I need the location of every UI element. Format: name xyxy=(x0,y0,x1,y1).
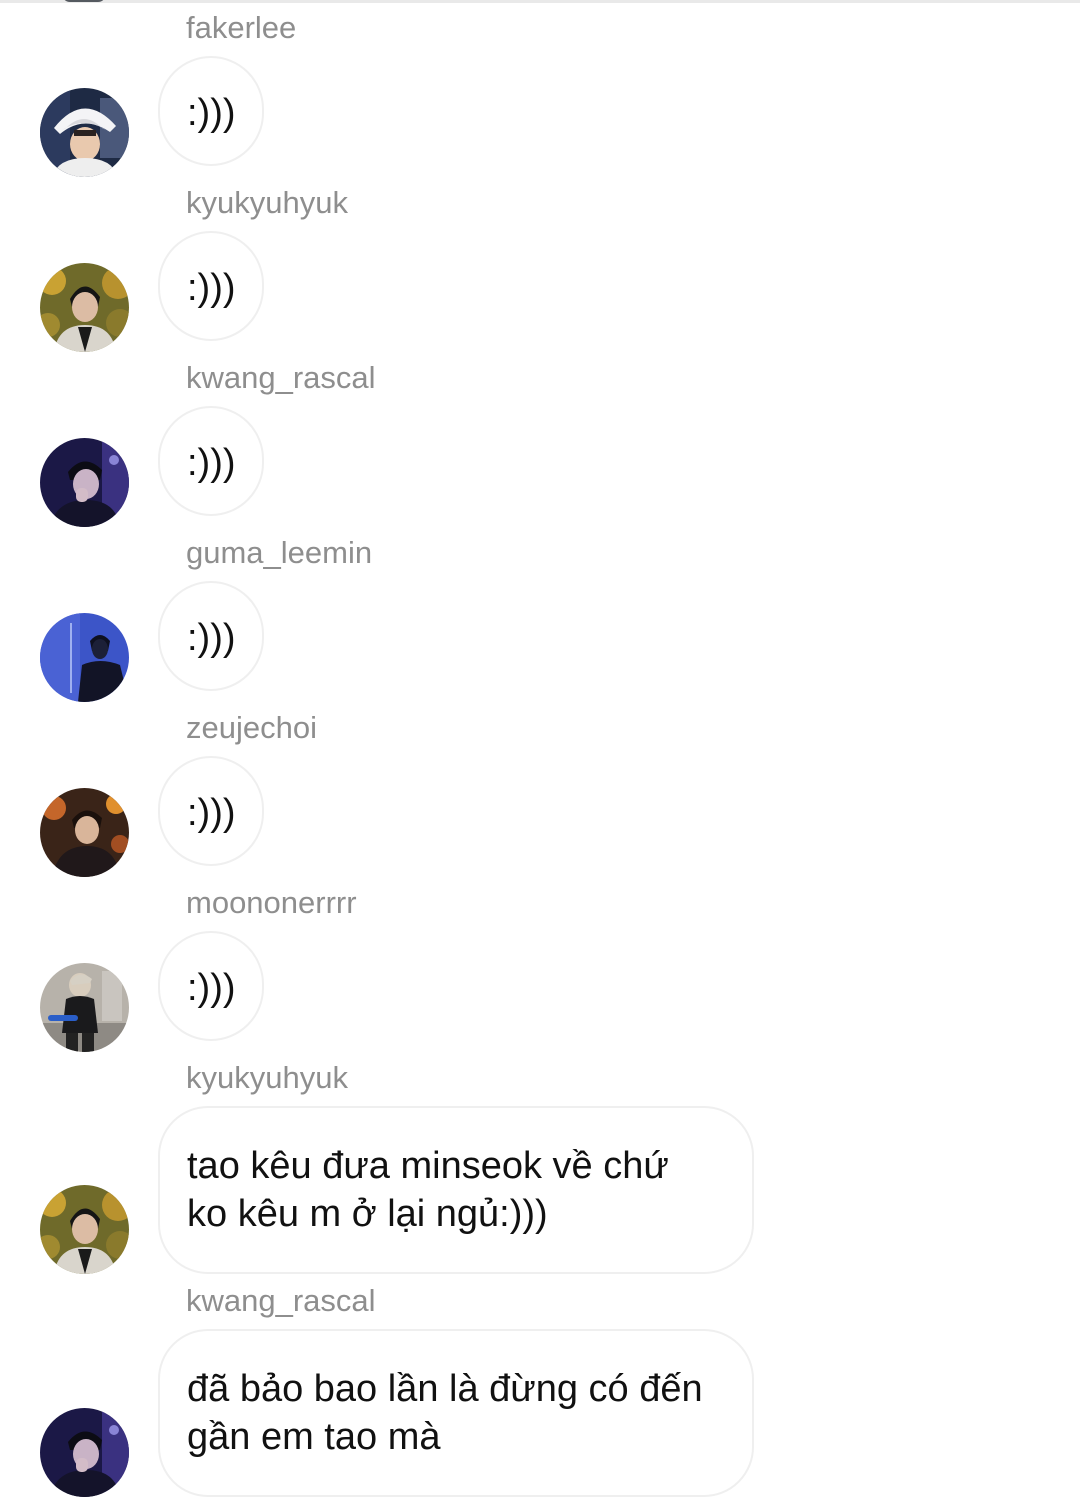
user-avatar[interactable] xyxy=(40,263,129,352)
previous-avatar-edge xyxy=(62,0,106,2)
username-label[interactable]: kyukyuhyuk xyxy=(186,183,348,223)
user-avatar[interactable] xyxy=(40,963,129,1052)
user-avatar[interactable] xyxy=(40,613,129,702)
user-avatar[interactable] xyxy=(40,88,129,177)
message-bubble[interactable]: :))) xyxy=(158,931,264,1041)
user-avatar[interactable] xyxy=(40,1185,129,1274)
message-text: :))) xyxy=(187,792,236,834)
message-text: :))) xyxy=(187,967,236,1009)
user-avatar[interactable] xyxy=(40,1408,129,1497)
message-bubble[interactable]: :))) xyxy=(158,581,264,691)
message-bubble[interactable]: :))) xyxy=(158,56,264,166)
username-label[interactable]: fakerlee xyxy=(186,8,296,48)
message-text: tao kêu đưa minseok về chứ ko kêu m ở lạ… xyxy=(187,1145,669,1235)
message-text: đã bảo bao lần là đừng có đến gần em tao… xyxy=(187,1368,703,1458)
avatar-photo-icon xyxy=(40,1185,129,1274)
avatar-photo-icon xyxy=(40,88,129,177)
message-text: :))) xyxy=(187,267,236,309)
avatar-photo-icon xyxy=(40,438,129,527)
avatar-photo-icon xyxy=(40,1408,129,1497)
avatar-photo-icon xyxy=(40,613,129,702)
username-label[interactable]: kwang_rascal xyxy=(186,1281,376,1321)
username-label[interactable]: guma_leemin xyxy=(186,533,372,573)
user-avatar[interactable] xyxy=(40,438,129,527)
chat-thread[interactable]: fakerlee :))) kyukyuhyuk :))) kwang_rasc… xyxy=(0,0,1080,1501)
avatar-photo-icon xyxy=(40,788,129,877)
message-bubble[interactable]: :))) xyxy=(158,406,264,516)
message-bubble[interactable]: :))) xyxy=(158,756,264,866)
username-label[interactable]: moononerrrr xyxy=(186,883,357,923)
avatar-photo-icon xyxy=(40,263,129,352)
message-bubble[interactable]: đã bảo bao lần là đừng có đến gần em tao… xyxy=(158,1329,754,1497)
user-avatar[interactable] xyxy=(40,788,129,877)
username-label[interactable]: zeujechoi xyxy=(186,708,317,748)
message-text: :))) xyxy=(187,617,236,659)
previous-message-edge xyxy=(0,0,1080,3)
message-bubble[interactable]: tao kêu đưa minseok về chứ ko kêu m ở lạ… xyxy=(158,1106,754,1274)
avatar-photo-icon xyxy=(40,963,129,1052)
message-text: :))) xyxy=(187,442,236,484)
username-label[interactable]: kwang_rascal xyxy=(186,358,376,398)
username-label[interactable]: kyukyuhyuk xyxy=(186,1058,348,1098)
message-bubble[interactable]: :))) xyxy=(158,231,264,341)
message-text: :))) xyxy=(187,92,236,134)
